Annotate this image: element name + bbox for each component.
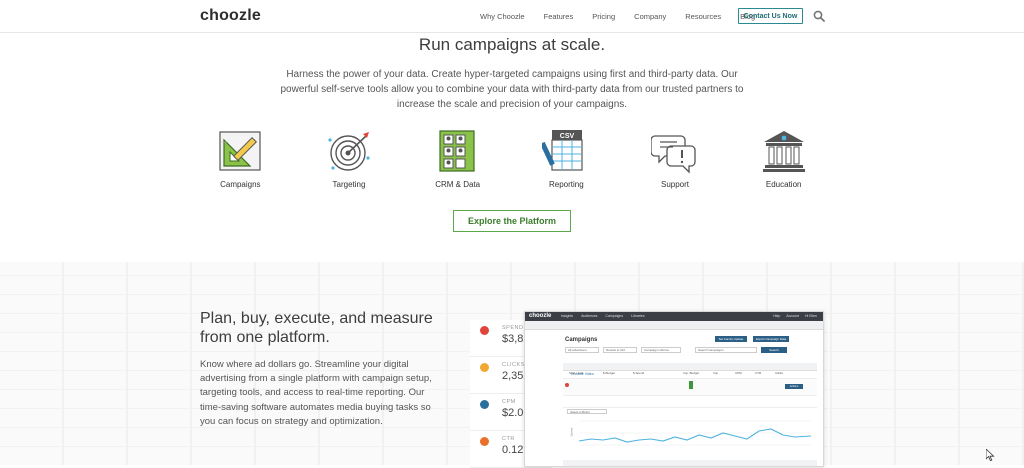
dashboard-screenshot: choozle Insights Audiences Campaigns Lib…	[524, 311, 824, 467]
feature-label-education: Education	[765, 180, 802, 189]
feature-support[interactable]: Support	[621, 128, 730, 189]
dashboard-table-footer	[563, 460, 817, 466]
dashboard-filter-period: Campaign Lifetime	[641, 347, 681, 353]
dashboard-metrics-row	[563, 396, 817, 408]
dashboard-filter-sort: Newest to Old	[603, 347, 637, 353]
nav-links: Why Choozle Features Pricing Company Res…	[480, 0, 774, 32]
dashboard-actions-button: Actions	[785, 384, 803, 389]
feature-label-crm-data: CRM & Data	[435, 180, 481, 189]
csv-report-icon: CSV	[542, 130, 583, 171]
dashboard-menu: Insights Audiences Campaigns Libraries	[561, 314, 653, 318]
status-icon	[565, 383, 569, 387]
stat-label: CTR	[502, 436, 515, 442]
feature-campaigns[interactable]: Campaigns	[186, 128, 295, 189]
dashboard-logo: choozle	[529, 313, 552, 319]
platform-title: Plan, buy, execute, and measure from one…	[200, 310, 433, 346]
dashboard-topbar: choozle Insights Audiences Campaigns Lib…	[525, 312, 823, 321]
dashboard-search-button: Search	[761, 347, 787, 353]
nav-link-why-choozle[interactable]: Why Choozle	[480, 12, 525, 21]
dashboard-user-item: Help	[773, 314, 781, 318]
dashboard-spend-chart	[578, 420, 812, 446]
chat-bubbles-icon	[651, 135, 696, 174]
dashboard-user-item: Hi Ellen	[804, 314, 817, 318]
contact-us-button[interactable]: Contact Us Now	[738, 8, 803, 24]
svg-text:CSV: CSV	[560, 133, 575, 140]
dashboard-user-item: Account	[786, 314, 799, 318]
dashboard-heading: Campaigns	[565, 337, 598, 343]
institution-icon	[762, 131, 805, 172]
campaigns-icon	[219, 131, 261, 171]
feature-icons-row: Campaigns Targeting CRM & Data CSV Repor…	[186, 128, 838, 189]
nav-link-resources[interactable]: Resources	[685, 12, 721, 21]
dashboard-user-menu: Help Account Hi Ellen	[767, 314, 817, 318]
dashboard-group-label: Choozle Video	[571, 372, 594, 376]
stat-label: CPM	[502, 399, 516, 405]
ctr-icon	[480, 437, 489, 446]
hero-description: Harness the power of your data. Create h…	[280, 69, 744, 110]
stat-label: SPEND	[502, 325, 524, 331]
feature-targeting[interactable]: Targeting	[295, 128, 404, 189]
dashboard-group-row: Choozle Video	[563, 371, 817, 379]
flag-icon	[689, 381, 693, 389]
spend-icon	[480, 326, 489, 335]
feature-label-support: Support	[661, 180, 690, 189]
dashboard-table-header: Start / End $ Budget $ Spend Imp. Budget…	[563, 363, 817, 375]
feature-label-campaigns: Campaigns	[220, 180, 261, 189]
mouse-cursor-icon	[986, 449, 995, 461]
dashboard-campaign-row: Actions	[563, 379, 817, 396]
search-icon[interactable]	[813, 10, 825, 22]
dashboard-menu-item: Insights	[561, 314, 574, 318]
dashboard-subbar	[525, 321, 823, 330]
nav-link-pricing[interactable]: Pricing	[592, 12, 615, 21]
cpm-icon	[480, 400, 489, 409]
top-navigation: choozle Why Choozle Features Pricing Com…	[0, 0, 1024, 33]
stat-label: CLICKS	[502, 362, 525, 368]
feature-reporting[interactable]: CSV Reporting	[512, 128, 621, 189]
dashboard-search-field: Search Campaigns	[695, 347, 757, 353]
dashboard-strategy-button: Set Family Update	[715, 336, 747, 342]
feature-label-reporting: Reporting	[549, 180, 584, 189]
feature-label-targeting: Targeting	[332, 180, 366, 189]
target-icon	[328, 132, 370, 171]
feature-crm-data[interactable]: CRM & Data	[403, 128, 512, 189]
dashboard-filter-advertisers: All advertisers	[565, 347, 599, 353]
dashboard-menu-item: Libraries	[631, 314, 645, 318]
hero-title: Run campaigns at scale.	[418, 35, 606, 54]
clicks-icon	[480, 363, 489, 372]
nav-link-company[interactable]: Company	[634, 12, 666, 21]
nav-link-features[interactable]: Features	[544, 12, 574, 21]
platform-description: Know where ad dollars go. Streamline you…	[200, 359, 432, 427]
crm-data-icon	[439, 130, 475, 172]
dashboard-menu-item: Campaigns	[605, 314, 624, 318]
dashboard-menu-item: Audiences	[581, 314, 598, 318]
explore-platform-button[interactable]: Explore the Platform	[453, 210, 571, 232]
feature-education[interactable]: Education	[729, 128, 838, 189]
choozle-logo[interactable]: choozle	[200, 7, 261, 25]
dashboard-export-button: Export Campaign Data	[753, 336, 789, 342]
